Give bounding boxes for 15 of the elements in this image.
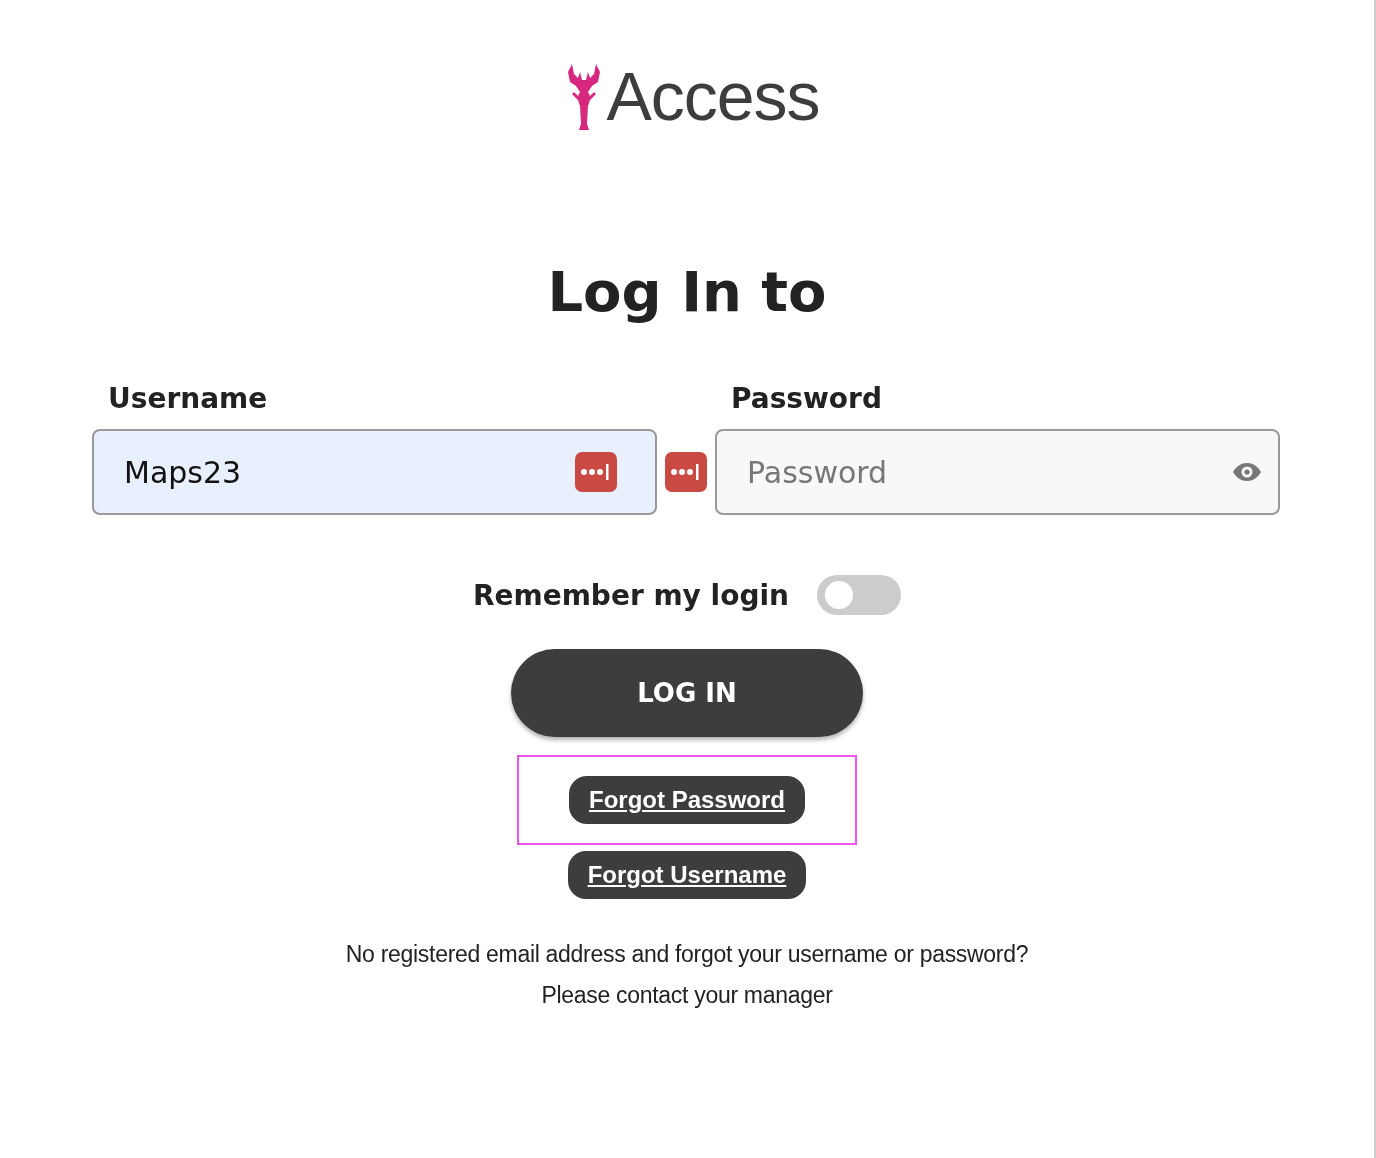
remember-toggle[interactable] (817, 575, 902, 615)
password-field[interactable]: Password (715, 429, 1280, 515)
help-text: Please contact your manager (540, 982, 834, 1009)
forgot-link[interactable]: Forgot Username (567, 851, 807, 899)
eye-icon[interactable] (1232, 462, 1262, 482)
field-label: Username (108, 382, 269, 415)
logo-text: Access (606, 62, 820, 130)
remember-label: Remember my login (472, 578, 790, 612)
password-manager-icon[interactable] (575, 452, 617, 492)
help-text: No registered email address and forgot your username or password? (345, 941, 1029, 968)
forgot-link[interactable]: Forgot Password (569, 776, 805, 824)
username-field[interactable]: Maps23 (92, 429, 657, 515)
login-button[interactable]: LOG IN (511, 649, 863, 737)
field-label: Password (731, 382, 883, 415)
password-manager-icon[interactable] (665, 452, 707, 492)
